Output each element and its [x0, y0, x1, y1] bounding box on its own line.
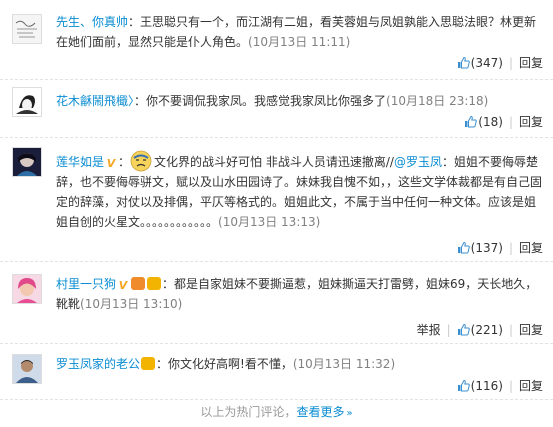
like-count: (221) [470, 323, 503, 337]
comment-item: 莲华如是 V：文化界的战斗好可怕 非战斗人员请迅速撤离//@罗玉凤：姐姐不要侮辱楚… [0, 138, 553, 262]
comment-item: 村里一只狗 V ：都是自家姐妹不要撕逼惹，姐妹撕逼天打雷劈，姐妹69，天长地久，靴靴… [0, 262, 553, 344]
avatar[interactable] [12, 274, 42, 304]
comment-actions: 举报 | (221) | 回复 [417, 320, 543, 340]
comment-username[interactable]: 村里一只狗 [56, 277, 116, 291]
comment-actions: (347) | 回复 [457, 53, 543, 73]
like-button[interactable]: (116) [457, 379, 503, 393]
like-count: (18) [478, 115, 503, 129]
comment-time: (10月18日 23:18) [386, 94, 489, 108]
report-button[interactable]: 举报 [417, 323, 441, 337]
comment-text: ：你不要调侃我家凤。我感觉我家凤比你强多了 [134, 94, 387, 108]
avatar[interactable] [12, 354, 42, 384]
comment-username[interactable]: 罗玉凤家的老公 [56, 357, 140, 371]
like-count: (137) [470, 241, 503, 255]
sweat-emoji-icon [130, 150, 152, 172]
video-badge-icon [141, 357, 156, 370]
comment-time: (10月13日 13:10) [80, 297, 183, 311]
reply-button[interactable]: 回复 [519, 241, 543, 255]
colon: ： [118, 155, 131, 169]
comment-time: (10月13日 13:13) [218, 215, 321, 229]
separator: | [508, 241, 513, 255]
comment-time: (10月13日 11:11) [248, 35, 351, 49]
member-badge-icon [131, 277, 146, 290]
like-count: (116) [470, 379, 503, 393]
avatar-image [13, 275, 41, 303]
reply-button[interactable]: 回复 [519, 323, 543, 337]
separator: | [446, 323, 451, 337]
comment-time: (10月13日 11:32) [292, 357, 396, 371]
double-arrow-icon[interactable]: » [346, 408, 352, 419]
comment-actions: (137) | 回复 [457, 238, 543, 258]
like-count: (347) [470, 56, 503, 70]
like-button[interactable]: (347) [457, 56, 503, 70]
separator: | [508, 115, 513, 129]
thumbs-up-icon [457, 379, 470, 392]
like-button[interactable]: (137) [457, 241, 503, 255]
avatar-image [13, 15, 41, 43]
comment-username[interactable]: 莲华如是 [56, 155, 104, 169]
thumbs-up-icon [457, 56, 470, 69]
view-more-link[interactable]: 查看更多 [296, 405, 344, 419]
comment-item: 先生、你真帅：王思聪只有一个，而江湖有二姐，看芙蓉姐与凤姐孰能入思聪法眼？林更新… [0, 0, 553, 80]
hot-comments-footer: 以上为热门评论，查看更多» [0, 402, 553, 422]
reply-button[interactable]: 回复 [519, 379, 543, 393]
comment-text: 文化界的战斗好可怕 非战斗人员请迅速撤离// [154, 155, 394, 169]
avatar[interactable] [12, 14, 42, 44]
avatar[interactable] [12, 87, 42, 117]
avatar-image [13, 148, 41, 176]
comment-item: 花木龢鬧飛檝〉：你不要调侃我家凤。我感觉我家凤比你强多了(10月18日 23:1… [0, 80, 553, 138]
separator: | [508, 323, 513, 337]
separator: | [508, 379, 513, 393]
avatar-image [13, 355, 41, 383]
comment-text: ：你文化好高啊!看不懂， [156, 357, 293, 371]
reply-button[interactable]: 回复 [519, 115, 543, 129]
footer-text: 以上为热门评论， [200, 405, 297, 419]
separator: | [508, 56, 513, 70]
comment-actions: (18) | 回复 [464, 112, 543, 132]
thumbs-up-icon [457, 323, 470, 336]
reply-button[interactable]: 回复 [519, 56, 543, 70]
video-badge-icon [147, 277, 162, 290]
avatar[interactable] [12, 147, 42, 177]
verified-v-icon: V [106, 157, 116, 170]
like-button[interactable]: (18) [464, 115, 503, 129]
thumbs-up-icon [464, 115, 478, 128]
verified-v-icon: V [118, 279, 128, 292]
comment-username[interactable]: 先生、你真帅 [56, 15, 128, 29]
comment-actions: (116) | 回复 [457, 376, 543, 396]
comment-item: 罗玉凤家的老公 ：你文化好高啊!看不懂，(10月13日 11:32) (116) |… [0, 344, 553, 400]
comment-username[interactable]: 花木龢鬧飛檝〉 [56, 94, 134, 108]
like-button[interactable]: (221) [457, 323, 503, 337]
avatar-image [13, 88, 41, 116]
thumbs-up-icon [457, 241, 470, 254]
comment-mention[interactable]: @罗玉凤 [394, 155, 442, 169]
